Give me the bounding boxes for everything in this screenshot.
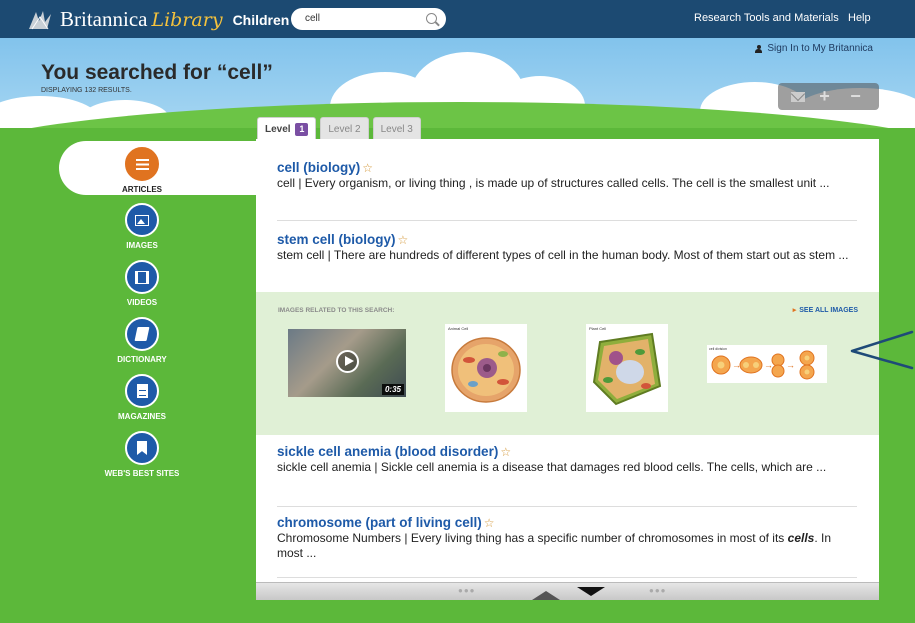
- result-item: sickle cell anemia (blood disorder) ☆ sic…: [277, 444, 857, 475]
- animal-cell-thumbnail[interactable]: Animal Cell: [445, 324, 527, 412]
- sidebar-item-label: ARTICLES: [122, 185, 162, 194]
- tab-level-1[interactable]: Level 1: [257, 117, 317, 140]
- result-snippet: sickle cell anemia | Sickle cell anemia …: [277, 460, 827, 474]
- svg-text:→: →: [764, 360, 773, 370]
- page-tools: + −: [778, 83, 879, 110]
- search-value: cell: [305, 13, 321, 24]
- result-snippet: stem cell | There are hundreds of differ…: [277, 248, 849, 262]
- result-snippet: Chromosome Numbers | Every living thing …: [277, 531, 832, 560]
- star-icon[interactable]: ☆: [362, 161, 373, 175]
- children-label: Children: [232, 11, 290, 28]
- mail-icon[interactable]: [790, 91, 805, 102]
- sidebar-item-label: MAGAZINES: [118, 412, 166, 421]
- minus-icon[interactable]: −: [845, 86, 867, 107]
- star-icon[interactable]: ☆: [500, 445, 511, 459]
- thumbnail-caption: Plant Cell: [589, 326, 606, 331]
- cell-division-thumbnail[interactable]: cell division → → →: [707, 345, 827, 383]
- image-icon: [125, 203, 159, 237]
- search-icon[interactable]: [426, 13, 437, 24]
- research-tools-link[interactable]: Research Tools and Materials: [694, 12, 839, 24]
- related-images-section: IMAGES RELATED TO THIS SEARCH: ▸ SEE ALL …: [256, 292, 879, 435]
- thistle-logo-icon: [26, 9, 56, 31]
- thumbnail-caption: Animal Cell: [448, 326, 468, 331]
- video-thumbnail[interactable]: 0:35: [288, 329, 406, 397]
- sidebar-item-webs-best-sites[interactable]: WEB'S BEST SITES: [72, 431, 212, 478]
- page-title: You searched for “cell”: [41, 61, 273, 84]
- bookmark-icon: [125, 431, 159, 465]
- sidebar-item-label: WEB'S BEST SITES: [104, 469, 180, 478]
- annotation-arrow-icon: [850, 330, 914, 370]
- sidebar-item-label: DICTIONARY: [117, 355, 167, 364]
- sidebar-item-dictionary[interactable]: DICTIONARY: [72, 317, 212, 364]
- see-all-images-link[interactable]: ▸ SEE ALL IMAGES: [793, 306, 858, 314]
- britannica-library-logo[interactable]: Britannica Library Children: [26, 7, 289, 32]
- result-title-link[interactable]: sickle cell anemia (blood disorder) ☆: [277, 444, 857, 459]
- results-scroller: ●●● ●●●: [256, 582, 879, 600]
- sidebar-item-label: VIDEOS: [126, 298, 158, 307]
- result-title-link[interactable]: cell (biology) ☆: [277, 160, 857, 175]
- search-input[interactable]: cell: [291, 8, 446, 30]
- level-badge: 1: [295, 123, 309, 136]
- result-item: stem cell (biology) ☆ stem cell | There a…: [277, 232, 857, 263]
- sign-in-label: Sign In to My Britannica: [767, 43, 873, 54]
- tab-level-3[interactable]: Level 3: [372, 117, 421, 140]
- scroll-up-icon[interactable]: [532, 591, 560, 600]
- sidebar-item-images[interactable]: IMAGES: [72, 203, 212, 250]
- scroll-down-icon[interactable]: [577, 587, 605, 596]
- top-bar: Britannica Library Children cell Researc…: [0, 0, 915, 38]
- level-tabs: Level 1 Level 2 Level 3: [257, 117, 421, 140]
- result-snippet: cell | Every organism, or living thing ,…: [277, 176, 830, 190]
- sidebar-item-articles[interactable]: ARTICLES: [72, 147, 212, 194]
- book-icon: [125, 317, 159, 351]
- document-icon: [125, 374, 159, 408]
- brand-name: Britannica: [60, 7, 148, 31]
- result-item: chromosome (part of living cell) ☆ Chromo…: [277, 515, 857, 561]
- results-panel: cell (biology) ☆ cell | Every organism, o…: [256, 139, 879, 600]
- star-icon[interactable]: ☆: [398, 233, 409, 247]
- svg-text:→: →: [786, 360, 795, 370]
- plant-cell-thumbnail[interactable]: Plant Cell: [586, 324, 668, 412]
- list-icon: [125, 147, 159, 181]
- images-section-label: IMAGES RELATED TO THIS SEARCH:: [278, 307, 395, 314]
- tab-level-2[interactable]: Level 2: [320, 117, 369, 140]
- sidebar-item-videos[interactable]: VIDEOS: [72, 260, 212, 307]
- caret-right-icon: ▸: [792, 307, 797, 314]
- help-link[interactable]: Help: [848, 12, 871, 24]
- plus-icon[interactable]: +: [814, 86, 836, 107]
- highlighted-term: cells: [787, 531, 815, 545]
- scroll-dots: ●●●: [649, 586, 667, 595]
- library-wordmark: Library: [151, 8, 223, 31]
- star-icon[interactable]: ☆: [484, 516, 495, 530]
- sidebar-item-label: IMAGES: [126, 241, 158, 250]
- user-icon: [755, 44, 763, 53]
- video-duration: 0:35: [381, 384, 404, 395]
- thumbnail-caption: cell division: [709, 347, 727, 351]
- divider: [277, 506, 857, 507]
- sign-in-link[interactable]: Sign In to My Britannica: [755, 43, 873, 54]
- result-title-link[interactable]: stem cell (biology) ☆: [277, 232, 857, 247]
- result-count: DISPLAYING 132 RESULTS.: [41, 87, 132, 94]
- play-icon[interactable]: [336, 350, 359, 373]
- divider: [277, 577, 857, 578]
- scroll-dots: ●●●: [458, 586, 476, 595]
- tab-label: Level: [265, 124, 291, 135]
- result-item: cell (biology) ☆ cell | Every organism, o…: [277, 160, 857, 191]
- film-icon: [125, 260, 159, 294]
- divider: [277, 220, 857, 221]
- result-title-link[interactable]: chromosome (part of living cell) ☆: [277, 515, 857, 530]
- sidebar-item-magazines[interactable]: MAGAZINES: [72, 374, 212, 421]
